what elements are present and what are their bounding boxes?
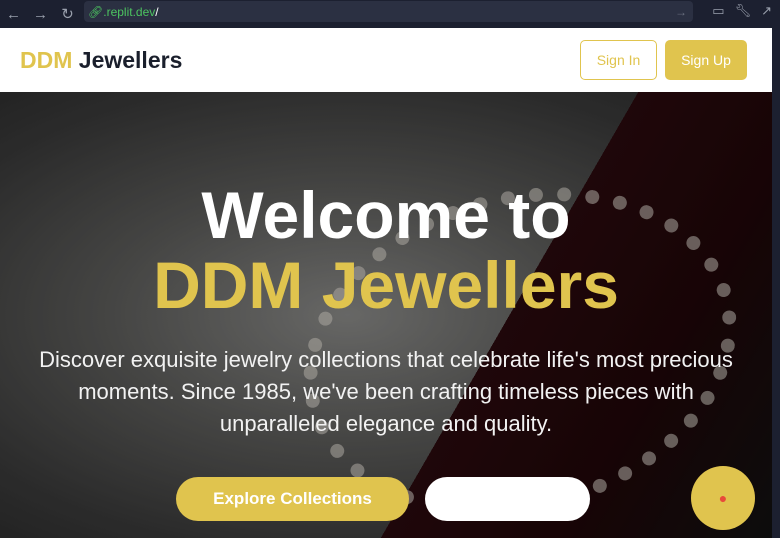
url-path: / [155,4,159,19]
url-host: .replit.dev [103,4,156,19]
hero-section: Welcome to DDM Jewellers Discover exquisi… [0,92,772,538]
link-icon: 🔗︎ [88,4,104,19]
floating-action-button[interactable]: ● [691,466,755,530]
reload-icon[interactable]: ↻ [54,5,81,23]
site-header: DDM Jewellers Sign In Sign Up [0,28,772,92]
hero-title-line2: DDM Jewellers [153,248,619,322]
sign-in-button[interactable]: Sign In [580,40,657,80]
address-bar[interactable]: 🔗︎ .replit.dev / → [84,1,693,22]
hero-description: Discover exquisite jewelry collections t… [39,347,733,436]
scrollbar[interactable] [772,28,780,538]
explore-collections-button[interactable]: Explore Collections [176,477,409,521]
go-arrow-icon[interactable]: → [675,5,687,19]
external-link-icon[interactable]: ↗ [761,3,772,19]
back-icon[interactable]: ← [0,6,27,23]
secondary-button[interactable] [425,477,590,521]
forward-icon[interactable]: → [27,6,54,23]
logo-accent: DDM [20,46,73,73]
hero-title: Welcome to DDM Jewellers [0,180,772,320]
sign-up-button[interactable]: Sign Up [665,40,747,80]
hero-title-line1: Welcome to [201,178,571,252]
assistant-icon: ● [718,490,728,506]
browser-toolbar: ← → ↻ 🔗︎ .replit.dev / → ▭ 🔧︎ ↗ [0,0,780,28]
logo[interactable]: DDM Jewellers [20,47,182,74]
wrench-icon[interactable]: 🔧︎ [735,3,752,19]
page: DDM Jewellers Sign In Sign Up Welcome to… [0,28,772,538]
logo-text: Jewellers [78,46,183,73]
monitor-icon[interactable]: ▭ [712,3,724,19]
